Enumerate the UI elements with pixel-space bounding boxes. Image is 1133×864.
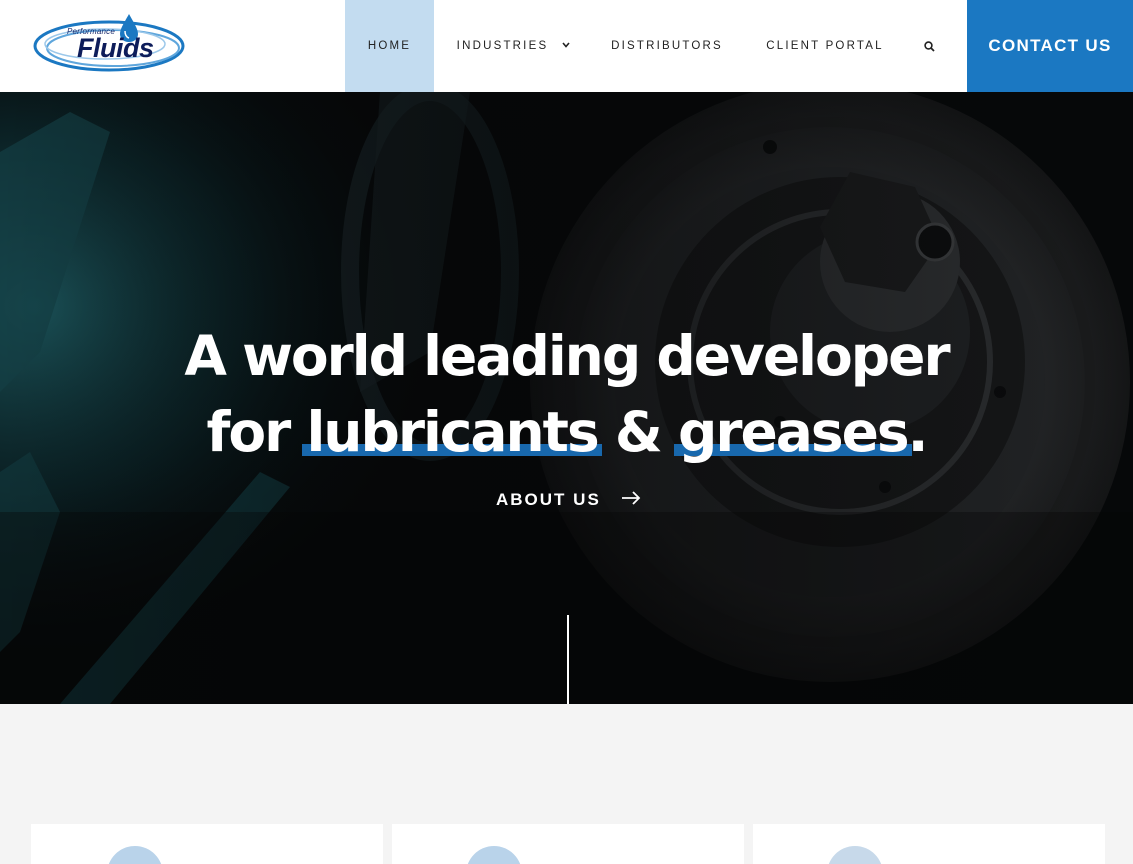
feature-card: [31, 824, 383, 864]
scroll-indicator-line: [567, 615, 569, 704]
feature-card: [753, 824, 1105, 864]
feature-card-icon: [466, 846, 522, 864]
logo-main-text: Fluids: [77, 33, 154, 63]
highlight-lubricants-text: lubricants: [306, 400, 599, 464]
about-us-label: ABOUT US: [496, 490, 601, 509]
highlight-greases-text: greases: [677, 400, 910, 464]
hero-headline: A world leading developer for lubricants…: [0, 318, 1133, 470]
hero-connector: &: [597, 400, 678, 464]
nav-item-home[interactable]: HOME: [345, 0, 434, 92]
main-nav: HOME INDUSTRIES DISTRIBUTORS CLIENT PORT…: [345, 0, 949, 92]
hero-section: A world leading developer for lubricants…: [0, 92, 1133, 704]
nav-item-distributors[interactable]: DISTRIBUTORS: [593, 0, 741, 92]
site-header: Performance Fluids HOME INDUSTRIES DISTR…: [0, 0, 1133, 92]
nav-item-client-portal[interactable]: CLIENT PORTAL: [741, 0, 909, 92]
nav-item-industries[interactable]: INDUSTRIES: [434, 0, 593, 92]
contact-us-button[interactable]: CONTACT US: [967, 0, 1133, 92]
performance-fluids-logo[interactable]: Performance Fluids: [33, 12, 189, 74]
chevron-down-icon: [562, 40, 570, 50]
search-icon: [923, 40, 935, 52]
search-button[interactable]: [909, 0, 949, 92]
about-us-link[interactable]: ABOUT US: [496, 490, 641, 510]
highlight-lubricants: lubricants: [302, 394, 602, 470]
features-section: [0, 704, 1133, 864]
feature-card: [392, 824, 744, 864]
feature-card-icon: [827, 846, 883, 864]
hero-prefix: for: [206, 400, 307, 464]
hero-suffix: .: [907, 400, 929, 464]
hero-headline-line-2: for lubricants & greases.: [0, 394, 1133, 470]
feature-card-icon: [107, 846, 163, 864]
hero-headline-line-1: A world leading developer: [184, 324, 950, 388]
highlight-greases: greases: [673, 394, 912, 470]
arrow-right-icon: [601, 490, 641, 510]
nav-item-industries-label: INDUSTRIES: [456, 40, 549, 52]
